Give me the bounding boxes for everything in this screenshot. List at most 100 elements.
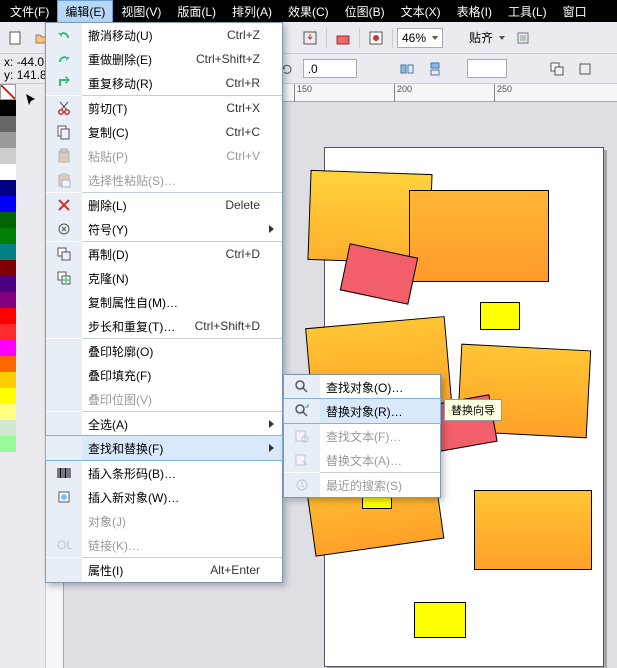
export-icon[interactable]	[331, 26, 355, 50]
options-icon[interactable]	[511, 26, 535, 50]
undo-icon	[46, 23, 82, 47]
pick-tool-icon[interactable]	[19, 88, 43, 112]
menu-item-label: 选择性粘贴(S)…	[82, 172, 282, 189]
menu-view[interactable]: 视图(V)	[113, 0, 169, 23]
wrap-icon[interactable]	[573, 57, 597, 81]
menu-item[interactable]: 复制(C)Ctrl+C	[46, 120, 282, 144]
menu-item[interactable]: 叠印填充(F)	[46, 363, 282, 387]
swatch[interactable]	[0, 180, 16, 196]
menu-item[interactable]: 全选(A)	[46, 412, 282, 436]
menu-item[interactable]: 插入新对象(W)…	[46, 485, 282, 509]
swatch[interactable]	[0, 196, 16, 212]
menu-item[interactable]: 插入条形码(B)…	[46, 461, 282, 485]
new-icon[interactable]	[4, 26, 28, 50]
menu-item[interactable]: 剪切(T)Ctrl+X	[46, 96, 282, 120]
menu-item[interactable]: 重复移动(R)Ctrl+R	[46, 71, 282, 95]
menu-shortcut: Ctrl+Shift+D	[195, 319, 282, 333]
swatch[interactable]	[0, 164, 16, 180]
menu-item-label: 叠印位图(V)	[82, 391, 282, 408]
menu-bitmap[interactable]: 位图(B)	[337, 0, 393, 23]
copy-icon	[46, 120, 82, 144]
menu-item-label: 叠印轮廓(O)	[82, 343, 282, 360]
menu-item: 替换文本(A)…	[284, 448, 440, 472]
menu-item[interactable]: 叠印轮廓(O)	[46, 339, 282, 363]
coord-readout: x: -44.0 y: 141.8	[4, 56, 47, 82]
zoom-combo[interactable]: 46%	[397, 28, 443, 48]
publish-icon[interactable]	[364, 26, 388, 50]
menu-item-label: 撤消移动(U)	[82, 27, 227, 44]
swatch[interactable]	[0, 228, 16, 244]
swatch[interactable]	[0, 276, 16, 292]
snap-combo[interactable]: 贴齐	[465, 28, 509, 48]
menu-item-label: 插入新对象(W)…	[82, 489, 282, 506]
mirror-h-icon[interactable]	[395, 57, 419, 81]
findobj-icon	[284, 375, 320, 399]
rotation-input[interactable]: .0	[303, 59, 357, 78]
menu-item-label: 步长和重复(T)…	[82, 318, 195, 335]
submenu-arrow-icon	[269, 225, 274, 233]
menu-item[interactable]: 替换对象(R)…	[284, 399, 440, 423]
menu-item-label: 替换文本(A)…	[320, 452, 440, 469]
swatch[interactable]	[0, 404, 16, 420]
swatch[interactable]	[0, 324, 16, 340]
menu-effects[interactable]: 效果(C)	[280, 0, 337, 23]
menu-item-label: 重做删除(E)	[82, 51, 196, 68]
menu-item: OLE链接(K)…	[46, 533, 282, 557]
menu-item[interactable]: 查找对象(O)…	[284, 375, 440, 399]
swatch-none[interactable]	[0, 84, 16, 100]
menu-edit[interactable]: 编辑(E)	[57, 0, 113, 23]
menu-layout[interactable]: 版面(L)	[169, 0, 224, 23]
shape-rect[interactable]	[474, 490, 592, 570]
menu-item[interactable]: 克隆(N)	[46, 266, 282, 290]
swatch[interactable]	[0, 100, 16, 116]
shape-rect[interactable]	[414, 602, 466, 638]
menu-item[interactable]: 符号(Y)	[46, 217, 282, 241]
menu-item[interactable]: 撤消移动(U)Ctrl+Z	[46, 23, 282, 47]
swatch[interactable]	[0, 132, 16, 148]
delete-icon	[46, 193, 82, 217]
menu-shortcut: Ctrl+R	[226, 76, 282, 90]
menu-text[interactable]: 文本(X)	[393, 0, 449, 23]
menu-file[interactable]: 文件(F)	[2, 0, 57, 23]
pastesp-icon	[46, 168, 82, 192]
swatch[interactable]	[0, 212, 16, 228]
menu-window[interactable]: 窗口	[555, 0, 595, 23]
shape-rect[interactable]	[480, 302, 520, 330]
menu-item[interactable]: 再制(D)Ctrl+D	[46, 242, 282, 266]
menubar: 文件(F) 编辑(E) 视图(V) 版面(L) 排列(A) 效果(C) 位图(B…	[0, 0, 617, 22]
swatch[interactable]	[0, 388, 16, 404]
swatch[interactable]	[0, 292, 16, 308]
swatch[interactable]	[0, 340, 16, 356]
menu-arrange[interactable]: 排列(A)	[224, 0, 280, 23]
recent-icon	[284, 473, 320, 497]
menu-item[interactable]: 属性(I)Alt+Enter	[46, 558, 282, 582]
swatch[interactable]	[0, 260, 16, 276]
menu-item-label: 属性(I)	[82, 562, 210, 579]
dup-x-input[interactable]	[467, 59, 507, 78]
swatch[interactable]	[0, 308, 16, 324]
swatch[interactable]	[0, 116, 16, 132]
swatch[interactable]	[0, 420, 16, 436]
blank-icon	[46, 314, 82, 338]
menu-item[interactable]: 复制属性自(M)…	[46, 290, 282, 314]
menu-item[interactable]: 删除(L)Delete	[46, 193, 282, 217]
menu-item: 查找文本(F)…	[284, 424, 440, 448]
dup-icon[interactable]	[545, 57, 569, 81]
menu-shortcut: Ctrl+Z	[227, 28, 282, 42]
menu-table[interactable]: 表格(I)	[449, 0, 500, 23]
swatch[interactable]	[0, 436, 16, 452]
import-icon[interactable]	[298, 26, 322, 50]
shape-rect[interactable]	[409, 190, 549, 282]
swatch[interactable]	[0, 244, 16, 260]
menu-item[interactable]: 步长和重复(T)…Ctrl+Shift+D	[46, 314, 282, 338]
color-palette	[0, 84, 16, 668]
menu-item[interactable]: 查找和替换(F)	[46, 436, 282, 460]
mirror-v-icon[interactable]	[423, 57, 447, 81]
menu-item[interactable]: 重做删除(E)Ctrl+Shift+Z	[46, 47, 282, 71]
swatch[interactable]	[0, 372, 16, 388]
swatch[interactable]	[0, 356, 16, 372]
menu-item-label: 粘贴(P)	[82, 148, 226, 165]
symbol-icon	[46, 217, 82, 241]
swatch[interactable]	[0, 148, 16, 164]
menu-tools[interactable]: 工具(L)	[500, 0, 555, 23]
